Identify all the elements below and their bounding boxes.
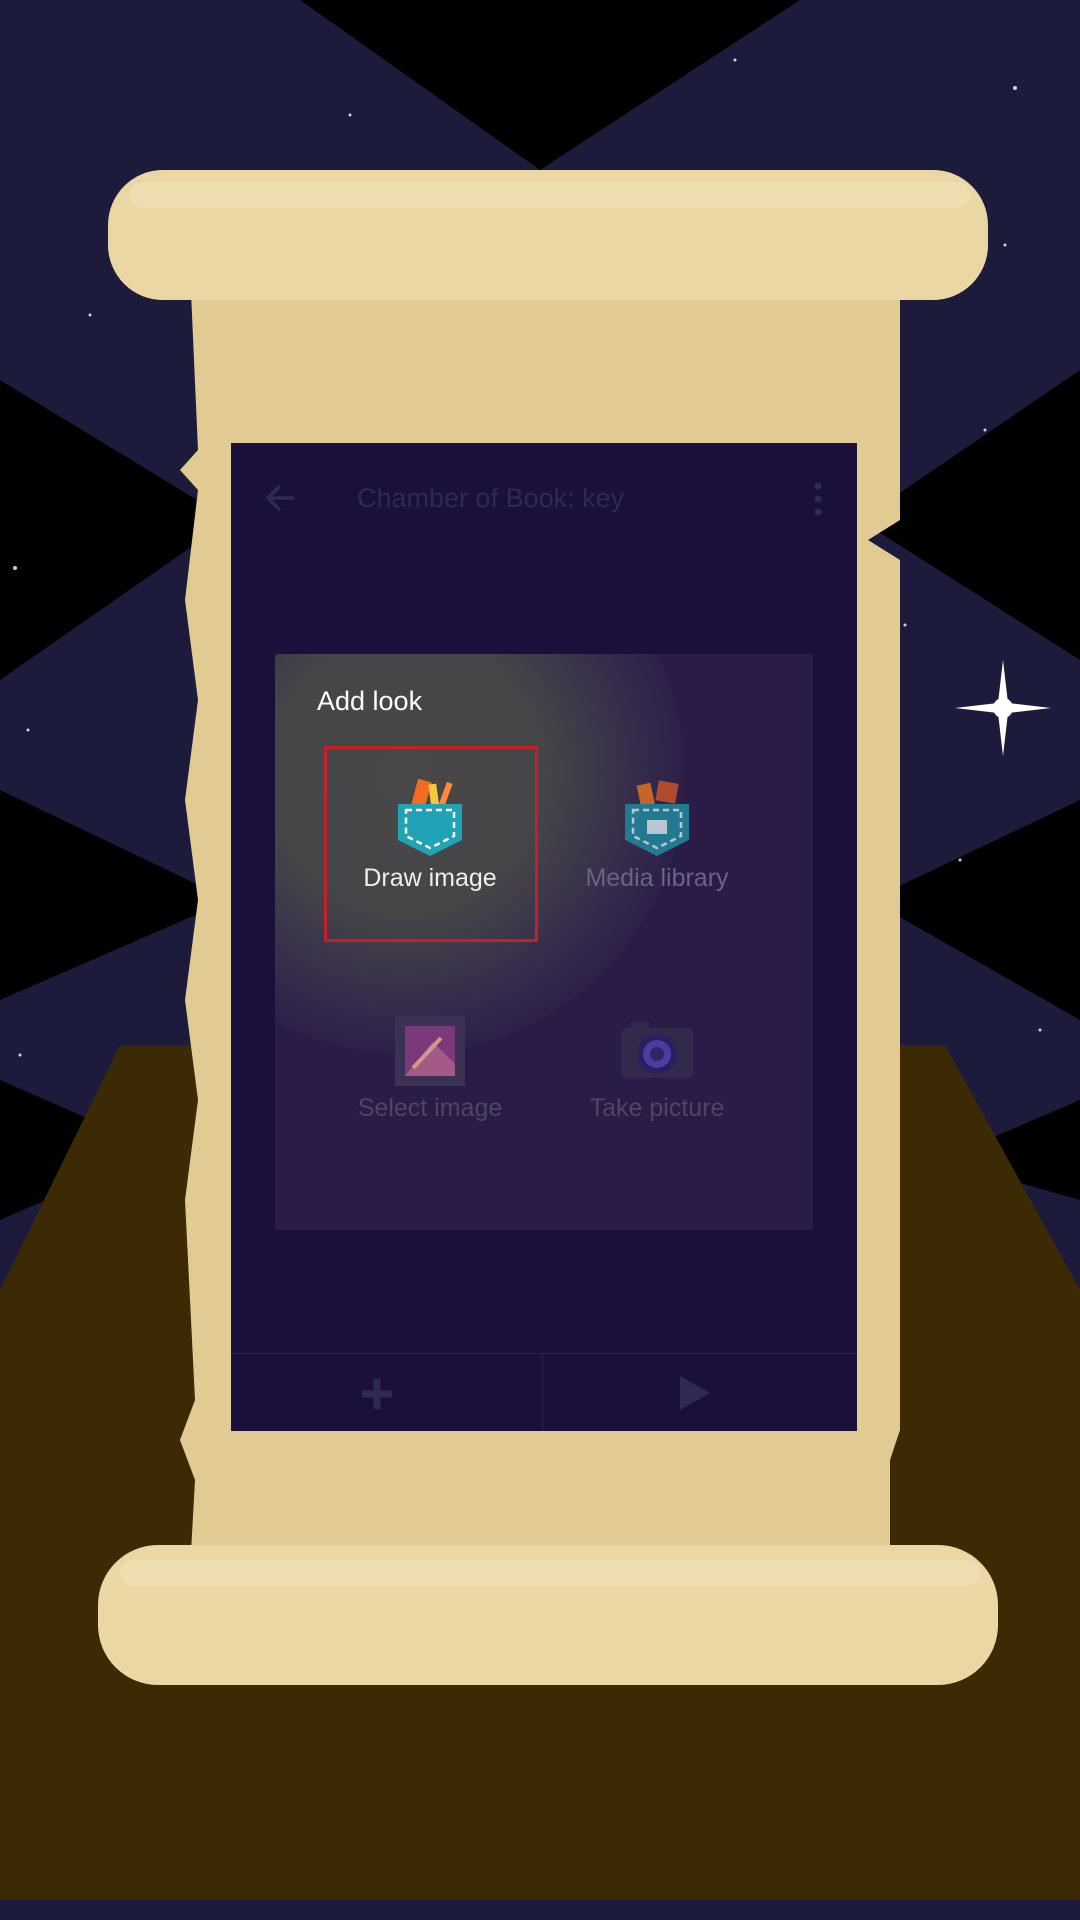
media-library-option[interactable]: Media library xyxy=(552,778,762,895)
bottom-bar xyxy=(231,1353,857,1431)
plus-icon[interactable] xyxy=(359,1376,395,1412)
add-look-dialog: Add look Draw image Media library Select… xyxy=(275,654,813,1230)
take-picture-label: Take picture xyxy=(589,1094,725,1122)
camera-icon xyxy=(621,1022,693,1078)
dialog-title: Add look xyxy=(317,686,423,716)
select-image-option[interactable]: Select image xyxy=(325,1014,535,1125)
play-icon[interactable] xyxy=(676,1374,712,1412)
select-image-label: Select image xyxy=(357,1094,503,1122)
take-picture-option[interactable]: Take picture xyxy=(552,1014,762,1125)
app-bar: Chamber of Book: key xyxy=(231,443,857,553)
screen-title: Chamber of Book: key xyxy=(357,483,625,513)
gallery-icon xyxy=(395,1016,465,1086)
media-library-label: Media library xyxy=(585,864,729,892)
more-options-icon[interactable] xyxy=(811,481,825,517)
bottom-bar-divider xyxy=(542,1354,543,1431)
media-library-icon xyxy=(625,780,689,856)
back-arrow-icon[interactable] xyxy=(261,478,301,518)
highlight-box xyxy=(324,746,538,942)
